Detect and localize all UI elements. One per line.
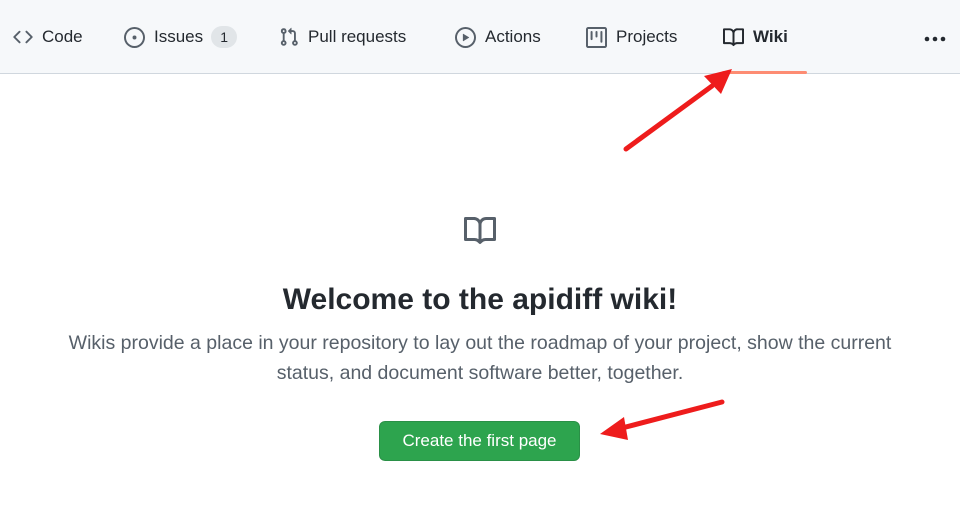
- arrow-to-wiki-tab: [623, 69, 732, 152]
- arrow-to-create-button: [600, 399, 725, 440]
- tab-issues[interactable]: Issues 1: [124, 0, 238, 74]
- play-icon: [455, 26, 476, 48]
- create-first-page-button[interactable]: Create the first page: [379, 421, 580, 461]
- more-tabs-button[interactable]: [918, 28, 952, 48]
- tab-code-label: Code: [42, 27, 83, 46]
- tab-issues-label: Issues: [154, 27, 204, 46]
- tab-projects[interactable]: Projects: [586, 0, 677, 74]
- tab-pull-requests-label: Pull requests: [308, 27, 407, 46]
- tab-actions-label: Actions: [485, 27, 541, 46]
- tab-wiki-label: Wiki: [753, 27, 788, 46]
- code-icon: [13, 27, 33, 47]
- tab-code[interactable]: Code: [13, 0, 83, 74]
- selected-tab-indicator: [722, 71, 807, 74]
- tab-actions[interactable]: Actions: [455, 0, 541, 74]
- kebab-horizontal-icon: [924, 29, 946, 47]
- book-icon: [723, 27, 744, 48]
- tab-pull-requests[interactable]: Pull requests: [279, 0, 406, 74]
- issues-count-badge: 1: [211, 26, 238, 48]
- tab-wiki[interactable]: Wiki: [723, 0, 788, 74]
- table-icon: [586, 26, 607, 48]
- wiki-page: Code Issues 1 Pull requests Actions Proj…: [0, 0, 960, 510]
- repo-nav: Code Issues 1 Pull requests Actions Proj…: [0, 0, 960, 74]
- git-pull-request-icon: [279, 27, 299, 47]
- issue-opened-icon: [124, 26, 145, 48]
- wiki-description: Wikis provide a place in your repository…: [68, 332, 892, 384]
- page-title: Welcome to the apidiff wiki!: [282, 283, 678, 316]
- tab-projects-label: Projects: [616, 27, 678, 46]
- book-icon: [464, 217, 497, 245]
